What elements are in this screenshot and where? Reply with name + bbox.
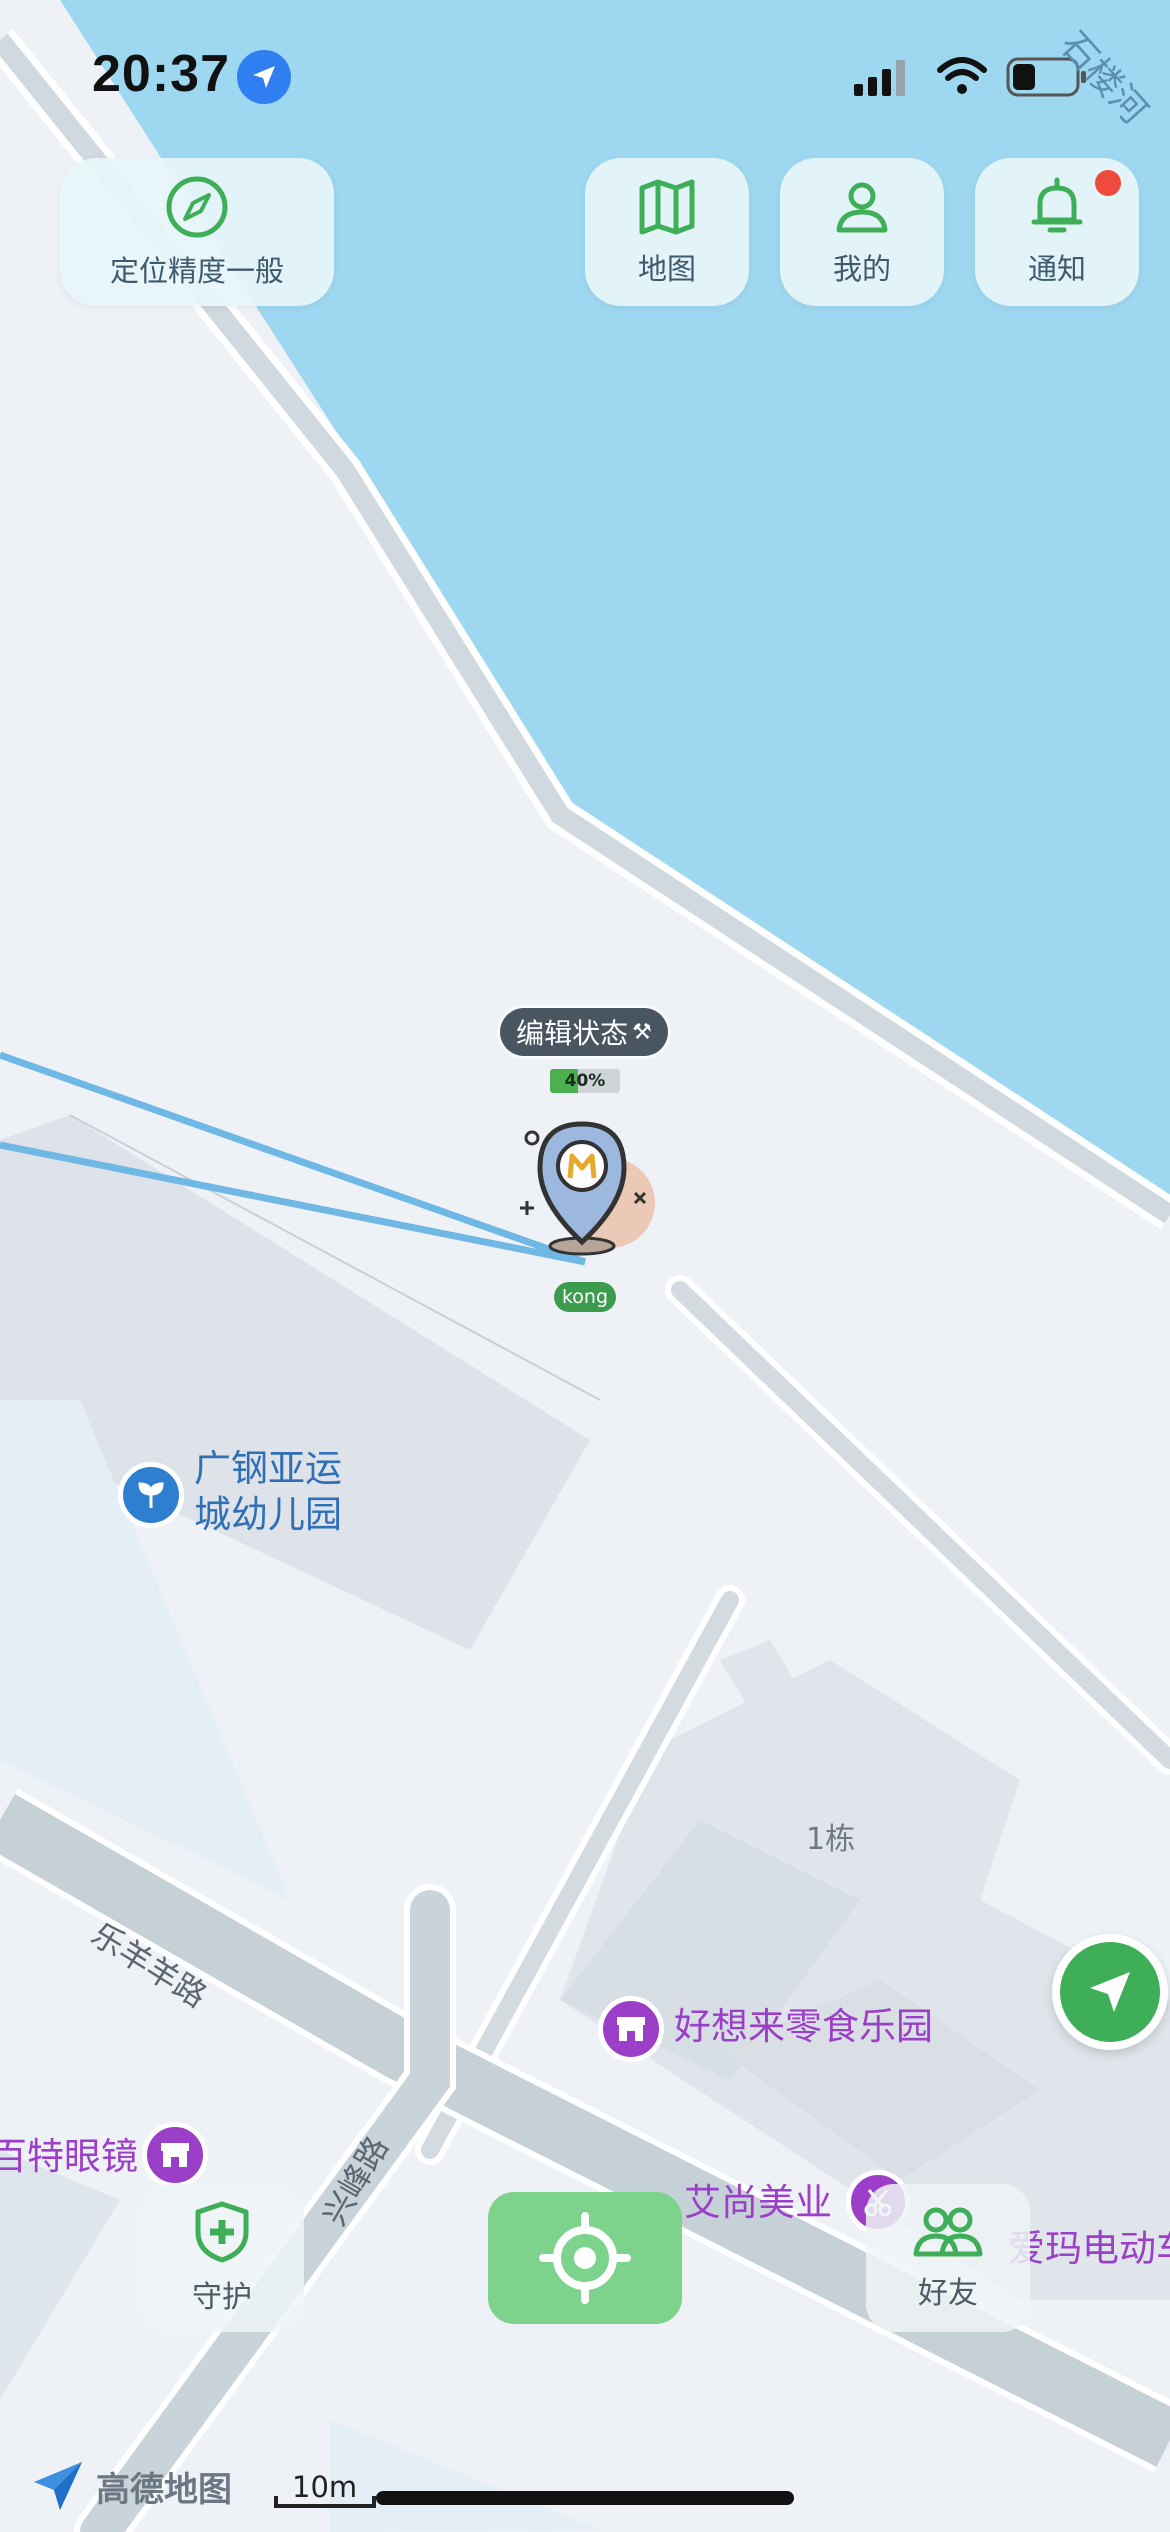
glasses-shop-icon[interactable] <box>142 2122 208 2188</box>
edit-status-label: 编辑状态 <box>516 1017 629 1050</box>
kindergarten-label-line2: 城幼儿园 <box>194 1493 342 1536</box>
location-accuracy-button[interactable]: 定位精度一般 <box>60 158 334 306</box>
tools-icon: ⚒ <box>632 1019 652 1045</box>
home-indicator[interactable] <box>376 2491 794 2505</box>
clock: 20:37 <box>92 45 230 103</box>
wifi-icon <box>937 57 987 94</box>
kindergarten-icon[interactable] <box>118 1462 184 1528</box>
map-button[interactable]: 地图 <box>585 158 749 306</box>
map-label: 地图 <box>637 252 696 286</box>
location-arrow-icon <box>237 50 291 104</box>
amap-logo-icon <box>34 2462 82 2510</box>
snack-shop-label[interactable]: 好想来零食乐园 <box>674 2004 933 2050</box>
shield-icon <box>195 2201 249 2263</box>
snack-shop-icon[interactable] <box>598 1996 664 2062</box>
bell-icon <box>1031 177 1083 233</box>
notify-label: 通知 <box>1027 252 1086 286</box>
map-icon <box>639 179 695 235</box>
map-scale: 10m <box>274 2470 376 2508</box>
friends-button[interactable]: 好友 <box>866 2184 1030 2332</box>
notify-button[interactable]: 通知 <box>975 158 1139 306</box>
kindergarten-label[interactable]: 广钢亚运 城幼儿园 <box>194 1446 342 1538</box>
battery-progress-label: 40% <box>564 1071 606 1091</box>
notification-badge <box>1095 170 1121 196</box>
guard-label: 守护 <box>192 2280 252 2315</box>
mine-button[interactable]: 我的 <box>780 158 944 306</box>
kindergarten-label-line1: 广钢亚运 <box>194 1447 342 1490</box>
edit-status-pill[interactable]: 编辑状态 ⚒ <box>500 1008 668 1056</box>
building-label: 1栋 <box>806 1822 856 1857</box>
navigate-button[interactable] <box>1052 1934 1168 2050</box>
user-avatar-marker[interactable] <box>510 1108 660 1268</box>
beauty-shop-label[interactable]: 艾尚美业 <box>684 2180 832 2226</box>
crosshair-icon <box>539 2212 631 2304</box>
compass-icon <box>166 176 228 238</box>
ebike-shop-label[interactable]: 爱玛电动车 <box>1008 2226 1170 2272</box>
user-name-tag: kong <box>554 1282 616 1312</box>
guard-button[interactable]: 守护 <box>140 2184 304 2332</box>
friends-icon <box>913 2207 983 2257</box>
map-scale-bar <box>274 2496 376 2508</box>
amap-logo-text: 高德地图 <box>96 2469 232 2510</box>
navigate-icon <box>1090 1972 1130 2012</box>
user-icon <box>836 182 888 233</box>
locate-button[interactable] <box>488 2192 682 2324</box>
location-accuracy-label: 定位精度一般 <box>109 254 284 288</box>
glasses-shop-label[interactable]: 百特眼镜 <box>0 2134 138 2180</box>
status-bar: 20:37 石楼河 <box>0 0 1170 150</box>
friends-label: 好友 <box>918 2276 978 2311</box>
mine-label: 我的 <box>832 252 891 286</box>
signal-icon <box>854 60 905 96</box>
amap-logo: 高德地图 <box>30 2458 232 2514</box>
battery-progress: 40% <box>550 1069 620 1093</box>
